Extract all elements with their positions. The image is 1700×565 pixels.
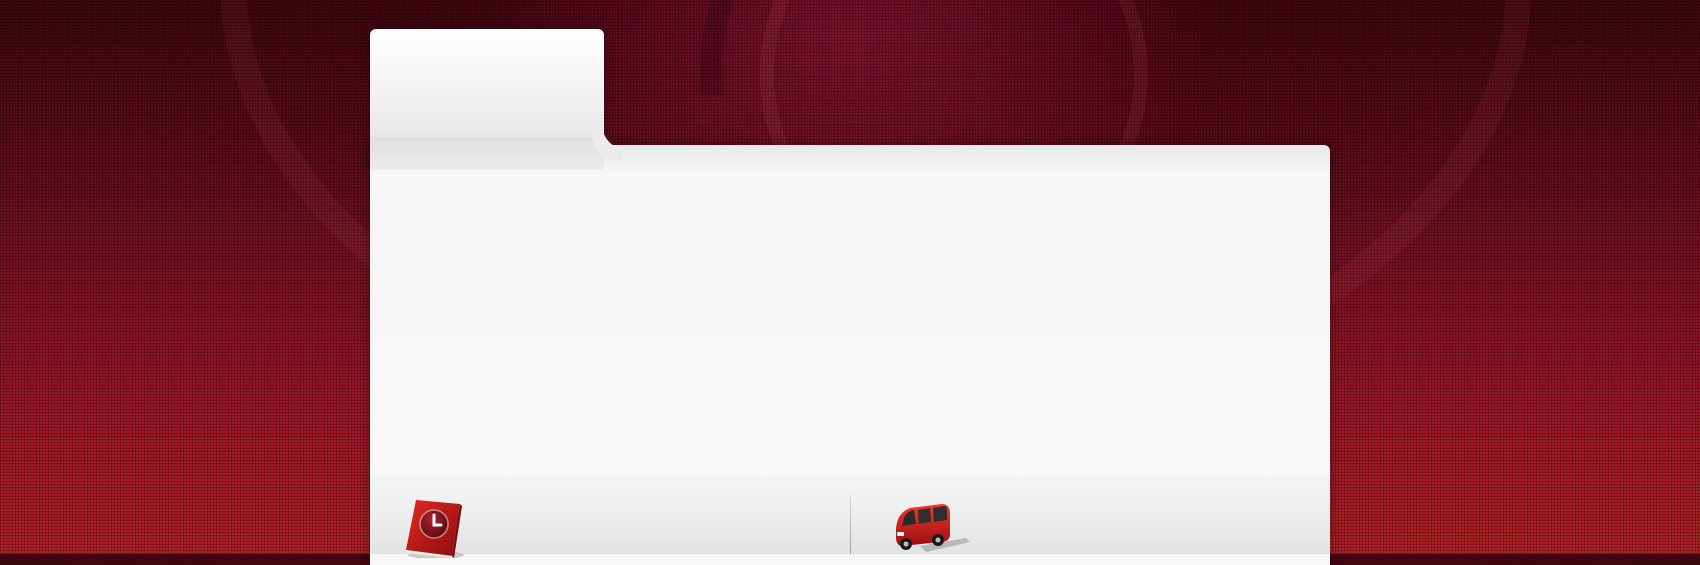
van-icon[interactable] [890,498,970,554]
book-clock-icon[interactable] [402,498,466,559]
folder-tab-joint [370,140,604,170]
divider [850,494,851,554]
content-area [370,170,1330,474]
